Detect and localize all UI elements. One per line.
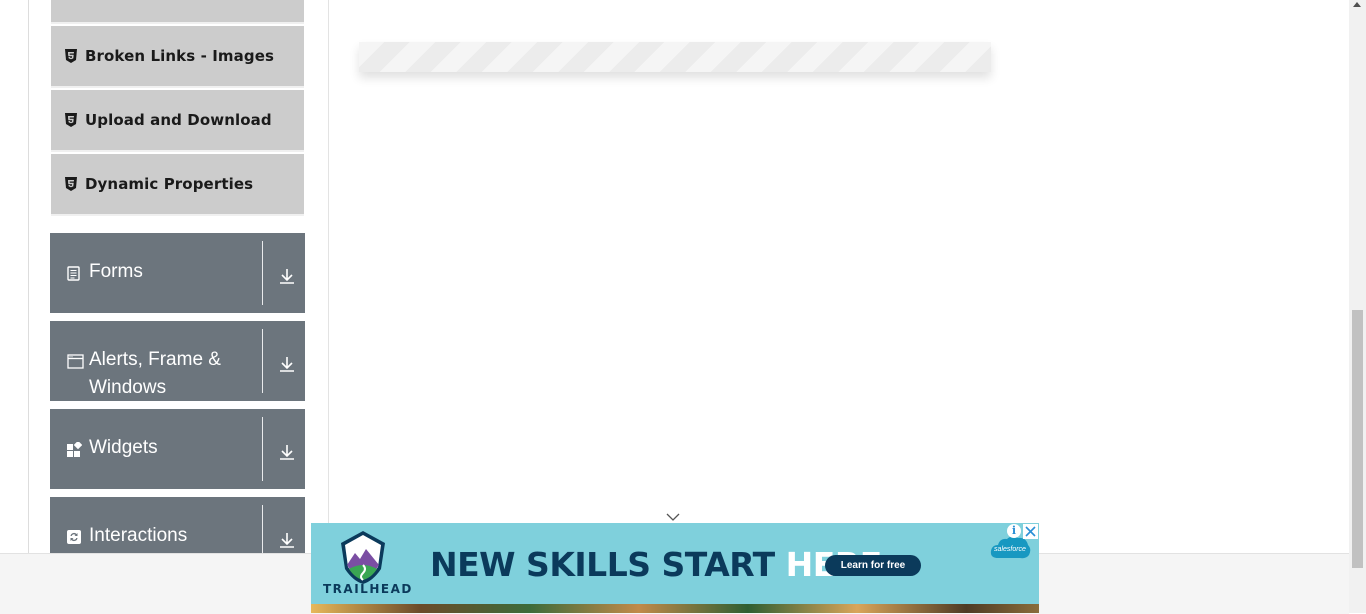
ad-brand-text: TRAILHEAD (323, 582, 413, 596)
group-label: Interactions (89, 525, 188, 546)
divider (262, 417, 263, 481)
download-icon[interactable] (278, 267, 296, 285)
ad-banner[interactable]: TRAILHEAD NEW SKILLS START HERE. Learn f… (311, 523, 1039, 613)
window-icon (67, 354, 84, 370)
sidebar-item-label: Dynamic Properties (85, 175, 254, 193)
document-icon (67, 266, 83, 282)
sidebar-group-alerts-frame-windows[interactable]: Alerts, Frame & Windows (50, 321, 305, 401)
chevron-down-icon[interactable] (666, 509, 680, 521)
sidebar-group-widgets[interactable]: Widgets (50, 409, 305, 489)
sidebar-item-label: Upload and Download (85, 111, 272, 129)
vertical-scrollbar[interactable] (1349, 0, 1366, 613)
sidebar-left-border (28, 0, 29, 553)
trailhead-logo-icon (333, 529, 393, 587)
sidebar-item-dynamic-properties[interactable]: Dynamic Properties (51, 154, 304, 216)
divider (262, 329, 263, 393)
info-icon[interactable]: i (1007, 524, 1021, 538)
sidebar-right-border (328, 0, 329, 553)
ad-headline-main: NEW SKILLS START (430, 545, 786, 584)
ad-cta-button[interactable]: Learn for free (825, 555, 921, 576)
interactions-icon (67, 530, 83, 546)
html5-icon (65, 177, 77, 191)
html5-icon (65, 113, 77, 127)
group-label: Forms (89, 261, 143, 282)
divider (262, 241, 263, 305)
group-label: Alerts, Frame & Windows (89, 349, 221, 398)
scroll-up-arrow-icon[interactable] (1353, 2, 1361, 7)
sidebar-item-broken-links[interactable]: Broken Links - Images (51, 26, 304, 88)
download-icon[interactable] (278, 355, 296, 373)
widgets-icon (67, 440, 83, 458)
download-icon[interactable] (278, 531, 296, 549)
group-label: Widgets (89, 437, 158, 458)
html5-icon (65, 49, 77, 63)
content-loading-placeholder (359, 42, 991, 72)
scrollbar-thumb[interactable] (1352, 310, 1363, 568)
ad-illustration-strip (311, 604, 1039, 613)
sidebar-subitem-partial[interactable] (51, 0, 304, 24)
download-icon[interactable] (278, 443, 296, 461)
sidebar-group-forms[interactable]: Forms (50, 233, 305, 313)
close-icon[interactable] (1023, 524, 1038, 539)
salesforce-label: salesforce (994, 546, 1026, 553)
sidebar-item-label: Broken Links - Images (85, 47, 275, 65)
sidebar-item-upload-download[interactable]: Upload and Download (51, 90, 304, 152)
